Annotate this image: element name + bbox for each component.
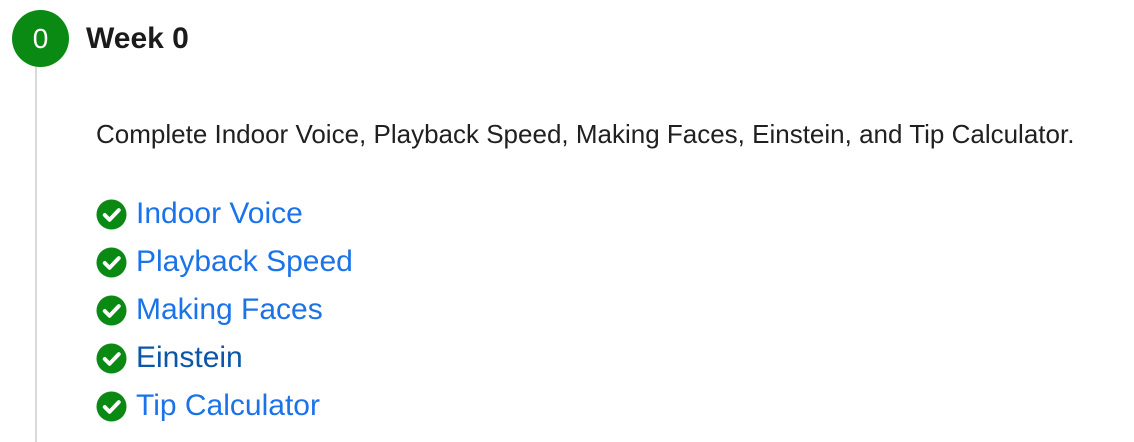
list-item: Einstein <box>96 334 353 382</box>
timeline-line <box>35 64 37 442</box>
assignment-link-tip-calculator[interactable]: Tip Calculator <box>136 386 320 426</box>
list-item: Tip Calculator <box>96 382 353 430</box>
list-item: Indoor Voice <box>96 190 353 238</box>
assignment-link-making-faces[interactable]: Making Faces <box>136 290 323 330</box>
check-circle-icon <box>96 198 127 230</box>
assignment-list: Indoor Voice Playback Speed Making Faces… <box>96 190 353 430</box>
check-circle-icon <box>96 342 127 374</box>
check-circle-icon <box>96 390 127 422</box>
assignment-link-einstein[interactable]: Einstein <box>136 338 243 378</box>
week-description: Complete Indoor Voice, Playback Speed, M… <box>96 119 1075 149</box>
assignment-link-indoor-voice[interactable]: Indoor Voice <box>136 194 303 234</box>
check-circle-icon <box>96 294 127 326</box>
list-item: Playback Speed <box>96 238 353 286</box>
week-number-badge: 0 <box>12 10 69 67</box>
check-circle-icon <box>96 246 127 278</box>
assignment-link-playback-speed[interactable]: Playback Speed <box>136 242 353 282</box>
list-item: Making Faces <box>96 286 353 334</box>
week-title: Week 0 <box>86 22 189 55</box>
